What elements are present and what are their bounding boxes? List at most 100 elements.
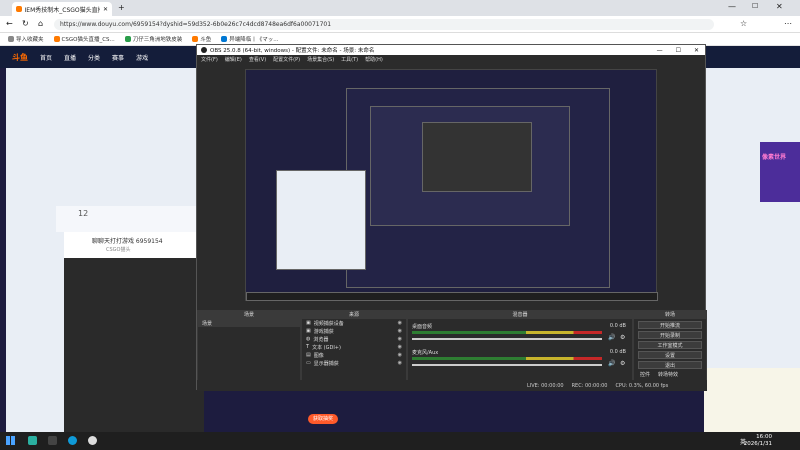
eye-icon[interactable]: ◉ bbox=[398, 344, 402, 350]
gear-icon[interactable]: ⚙ bbox=[620, 360, 625, 367]
text-icon: T bbox=[306, 344, 310, 350]
bookmark-delta[interactable]: 刀仔三角洲地铁皮装 bbox=[124, 35, 182, 43]
camera-icon: ▣ bbox=[306, 320, 311, 326]
game-icon: ▣ bbox=[306, 328, 311, 334]
scene-item[interactable]: 场景 bbox=[198, 319, 300, 327]
volume-slider[interactable] bbox=[412, 338, 602, 340]
obs-logo-icon bbox=[201, 47, 207, 53]
nav-games[interactable]: 游戏 bbox=[136, 53, 148, 62]
nav-home[interactable]: 首页 bbox=[40, 53, 52, 62]
obs-close-icon[interactable]: ✕ bbox=[694, 47, 699, 54]
nav-live[interactable]: 直播 bbox=[64, 53, 76, 62]
channel-db: 0.0 dB bbox=[609, 323, 626, 329]
source-item[interactable]: T 文本 (GDI+) ◉ bbox=[302, 343, 406, 351]
settings-button[interactable]: 设置 bbox=[638, 351, 702, 359]
edge-icon[interactable] bbox=[68, 436, 77, 445]
taskbar: 英 16:00 2026/1/31 bbox=[0, 432, 800, 450]
speaker-icon[interactable]: 🔊 bbox=[608, 360, 615, 367]
browser-icon: ◍ bbox=[306, 336, 311, 342]
close-tab-icon[interactable]: ✕ bbox=[103, 6, 108, 13]
rec-status: REC: 00:00:00 bbox=[571, 382, 608, 389]
channel-name: 桌面音频 bbox=[412, 324, 433, 330]
douyu-favicon-icon bbox=[16, 6, 22, 12]
tab-title: IEM秀技制木_CSGO猫头直播_CSGO bbox=[24, 6, 100, 14]
obs-titlebar: OBS 25.0.8 (64-bit, windows) - 配置文件: 未命名… bbox=[197, 45, 705, 55]
promo-text: 像素世界 bbox=[762, 154, 787, 161]
windows-start-icon[interactable] bbox=[6, 436, 15, 445]
obs-menubar: 文件(F) 编辑(E) 查看(V) 配置文件(P) 场景集合(S) 工具(T) … bbox=[197, 55, 705, 64]
menu-edit[interactable]: 编辑(E) bbox=[225, 56, 242, 63]
obs-preview[interactable] bbox=[245, 69, 658, 301]
room-sub: CSGO猫头 bbox=[106, 247, 131, 253]
preview-nested-5 bbox=[246, 292, 658, 301]
close-window-icon[interactable]: ✕ bbox=[776, 2, 783, 11]
obs-taskbar-icon[interactable] bbox=[88, 436, 97, 445]
mixer-channel-desktop: 桌面音频 0.0 dB 🔊 ⚙ bbox=[412, 323, 630, 345]
chat-feed bbox=[704, 368, 800, 432]
speaker-icon[interactable]: 🔊 bbox=[608, 334, 615, 341]
menu-file[interactable]: 文件(F) bbox=[201, 56, 218, 63]
douyu-logo[interactable]: 斗鱼 bbox=[12, 52, 28, 63]
source-item[interactable]: ◍ 浏览器 ◉ bbox=[302, 335, 406, 343]
image-icon: ▤ bbox=[306, 352, 311, 358]
nav-category[interactable]: 分类 bbox=[88, 53, 100, 62]
bookmark-heretic[interactable]: 异端降临丨《マッ... bbox=[221, 35, 279, 43]
minimize-icon[interactable]: — bbox=[728, 2, 736, 11]
eye-icon[interactable]: ◉ bbox=[398, 336, 402, 342]
browser-tab[interactable]: IEM秀技制木_CSGO猫头直播_CSGO ✕ bbox=[12, 2, 112, 16]
start-recording-button[interactable]: 开始录制 bbox=[638, 331, 702, 339]
source-item[interactable]: ▤ 图像 ◉ bbox=[302, 351, 406, 359]
clock[interactable]: 16:00 2026/1/31 bbox=[744, 434, 772, 448]
obs-window: OBS 25.0.8 (64-bit, windows) - 配置文件: 未命名… bbox=[196, 44, 707, 391]
menu-icon[interactable]: ⋯ bbox=[784, 19, 792, 28]
app-icon[interactable] bbox=[48, 436, 57, 445]
right-panel: 像素世界 bbox=[704, 68, 800, 432]
exit-button[interactable]: 退出 bbox=[638, 361, 702, 369]
bookmark-import[interactable]: 导入收藏夹 bbox=[8, 35, 44, 43]
back-icon[interactable]: ← bbox=[6, 19, 13, 28]
lottery-button[interactable]: 获取抽奖 bbox=[308, 414, 338, 424]
url-bar[interactable]: https://www.douyu.com/6959154?dyshid=59d… bbox=[54, 19, 714, 30]
eye-icon[interactable]: ◉ bbox=[398, 320, 402, 326]
mixer-channel-mic: 麦克风/Aux 0.0 dB 🔊 ⚙ bbox=[412, 349, 630, 371]
obs-title: OBS 25.0.8 (64-bit, windows) - 配置文件: 未命名… bbox=[210, 48, 375, 54]
bookmark-douyu[interactable]: 斗鱼 bbox=[192, 35, 211, 43]
new-tab-icon[interactable]: + bbox=[118, 3, 125, 12]
cpu-status: CPU: 0.3%, 60.00 fps bbox=[615, 382, 669, 389]
eye-icon[interactable]: ◉ bbox=[398, 328, 402, 334]
app-icon[interactable] bbox=[28, 436, 37, 445]
start-streaming-button[interactable]: 开始推流 bbox=[638, 321, 702, 329]
site-icon bbox=[221, 36, 228, 42]
mixer-header: 混音器 bbox=[408, 311, 632, 319]
room-title: 聊聊天打打游戏 6959154 bbox=[92, 238, 163, 245]
eye-icon[interactable]: ◉ bbox=[398, 360, 402, 366]
menu-tools[interactable]: 工具(T) bbox=[341, 56, 358, 63]
chat-area bbox=[64, 258, 204, 432]
tab-controls[interactable]: 控件 bbox=[640, 371, 650, 378]
bookmark-csgo[interactable]: CSGO猫头直播_CS... bbox=[53, 35, 115, 43]
level-meter bbox=[412, 331, 602, 334]
folder-icon bbox=[8, 36, 14, 42]
menu-view[interactable]: 查看(V) bbox=[249, 56, 266, 63]
volume-slider[interactable] bbox=[412, 364, 602, 366]
source-item[interactable]: ▣ 游戏捕获 ◉ bbox=[302, 327, 406, 335]
sources-header: 来源 bbox=[302, 311, 406, 319]
eye-icon[interactable]: ◉ bbox=[398, 352, 402, 358]
refresh-icon[interactable]: ↻ bbox=[22, 19, 29, 28]
obs-minimize-icon[interactable]: — bbox=[657, 47, 663, 54]
scenes-header: 场景 bbox=[198, 311, 300, 319]
menu-help[interactable]: 帮助(H) bbox=[365, 56, 383, 63]
source-item[interactable]: ▣ 视频捕获设备 ◉ bbox=[302, 319, 406, 327]
nav-events[interactable]: 赛事 bbox=[112, 53, 124, 62]
obs-maximize-icon[interactable]: ☐ bbox=[676, 47, 681, 54]
studio-mode-button[interactable]: 工作室模式 bbox=[638, 341, 702, 349]
maximize-icon[interactable]: ☐ bbox=[752, 2, 758, 10]
menu-scene-collection[interactable]: 场景集合(S) bbox=[307, 56, 334, 63]
home-icon[interactable]: ⌂ bbox=[38, 19, 43, 28]
tab-transitions[interactable]: 转场特效 bbox=[658, 371, 678, 378]
gear-icon[interactable]: ⚙ bbox=[620, 334, 625, 341]
menu-profile[interactable]: 配置文件(P) bbox=[273, 56, 300, 63]
source-item[interactable]: ▭ 显示器捕获 ◉ bbox=[302, 359, 406, 367]
douyu-icon bbox=[192, 36, 199, 42]
star-icon[interactable]: ☆ bbox=[740, 19, 747, 28]
